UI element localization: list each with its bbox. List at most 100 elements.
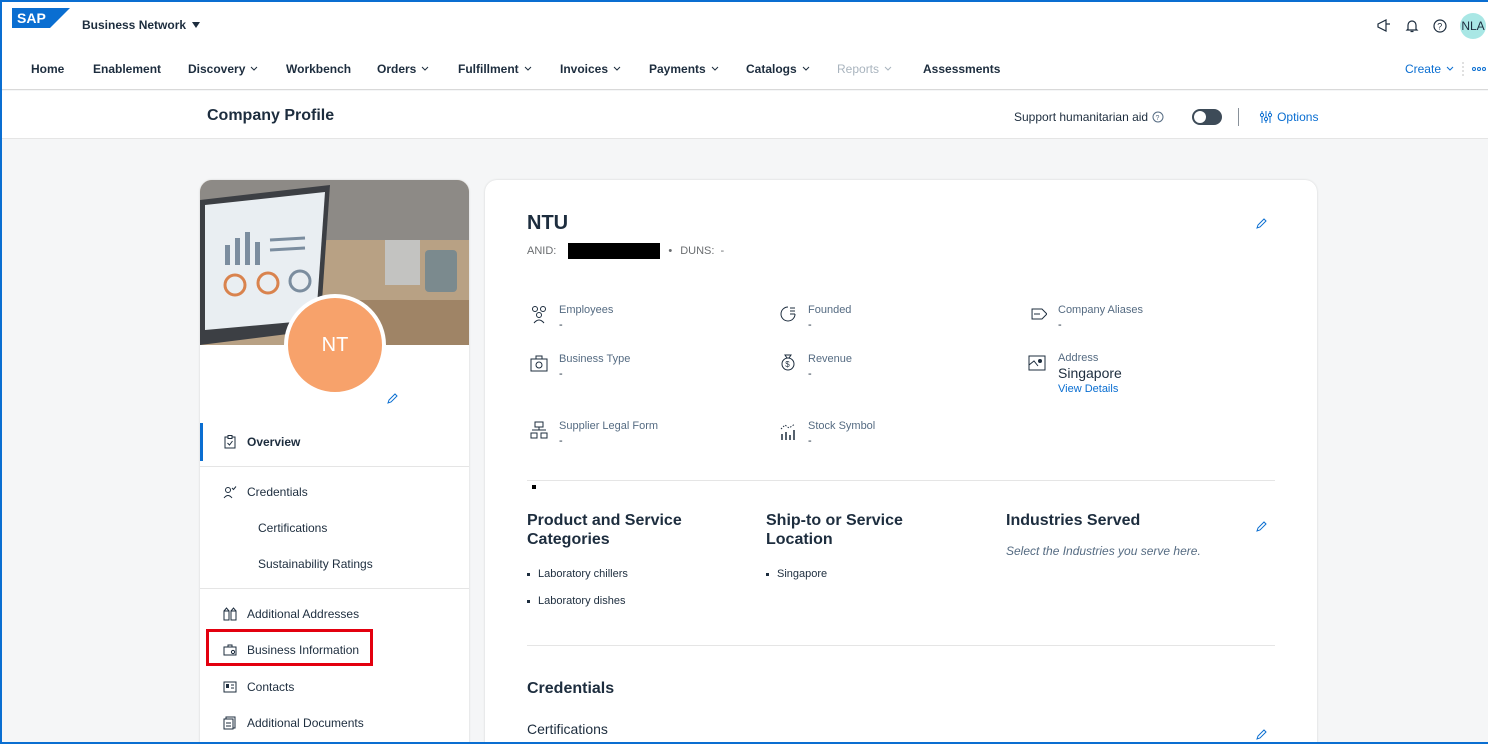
documents-icon xyxy=(223,716,236,730)
org-structure-icon xyxy=(530,421,548,439)
field-value: - xyxy=(559,319,563,331)
history-icon xyxy=(780,306,796,322)
business-card-icon xyxy=(530,355,548,372)
svg-text:?: ? xyxy=(1437,22,1442,32)
nav-label: Enablement xyxy=(93,62,162,76)
nav-reports: Reports xyxy=(837,62,892,76)
edit-pencil-icon[interactable] xyxy=(1255,218,1267,230)
edit-pencil-icon[interactable] xyxy=(386,393,398,405)
highlight-box xyxy=(206,629,373,666)
tag-icon xyxy=(1031,308,1047,320)
nav-label: Orders xyxy=(377,62,417,76)
chevron-down-icon xyxy=(802,66,810,71)
field-label: Employees xyxy=(559,304,614,316)
field-value: - xyxy=(559,435,563,447)
sidebar-item-credentials[interactable]: Credentials xyxy=(200,482,469,502)
page-header: Company Profile Support humanitarian aid… xyxy=(2,91,1488,139)
megaphone-icon[interactable] xyxy=(1376,18,1392,34)
caret-down-icon xyxy=(192,22,201,28)
chevron-down-icon xyxy=(524,66,532,71)
company-identifiers: ANID: • DUNS: - xyxy=(527,243,724,259)
edit-pencil-icon[interactable] xyxy=(1255,729,1267,741)
field-label: Address xyxy=(1058,352,1099,364)
field-address: Address Singapore View Details xyxy=(1058,352,1122,395)
money-bag-icon: $ xyxy=(781,354,795,371)
nav-label: Fulfillment xyxy=(458,62,519,76)
nav-payments[interactable]: Payments xyxy=(649,62,719,76)
field-value: - xyxy=(559,368,563,380)
field-value: - xyxy=(808,368,812,380)
nav-label: Workbench xyxy=(286,62,352,76)
view-details-link[interactable]: View Details xyxy=(1058,383,1122,395)
location-label: Singapore xyxy=(777,568,828,580)
sidebar-label: Credentials xyxy=(247,485,308,499)
product-switcher[interactable]: Business Network xyxy=(82,18,201,32)
field-label: Business Type xyxy=(559,353,631,365)
nav-label: Discovery xyxy=(188,62,246,76)
bell-icon[interactable] xyxy=(1404,18,1420,34)
nav-label: Invoices xyxy=(560,62,609,76)
location-item: Singapore xyxy=(766,568,827,580)
nav-enablement[interactable]: Enablement xyxy=(93,62,161,76)
divider xyxy=(200,588,469,589)
field-stock-symbol: Stock Symbol - xyxy=(808,420,875,447)
sidebar-item-overview[interactable]: Overview xyxy=(200,423,469,461)
product-name: Business Network xyxy=(82,18,187,32)
vertical-dots-icon xyxy=(1462,62,1464,76)
sidebar-item-additional-documents[interactable]: Additional Documents xyxy=(200,713,469,733)
field-revenue: Revenue - xyxy=(808,353,852,380)
nav-orders[interactable]: Orders xyxy=(377,62,429,76)
sidebar-item-sustainability-ratings[interactable]: Sustainability Ratings xyxy=(258,557,373,571)
help-icon[interactable]: ? xyxy=(1432,18,1448,34)
divider xyxy=(527,645,1275,646)
chevron-down-icon xyxy=(1446,66,1454,71)
main-navigation: Home Enablement Discovery Workbench Orde… xyxy=(2,46,1488,90)
svg-text:?: ? xyxy=(1156,115,1160,122)
edit-pencil-icon[interactable] xyxy=(1255,521,1267,533)
sidebar-item-certifications[interactable]: Certifications xyxy=(258,521,327,535)
location-title: Ship-to or Service Location xyxy=(766,512,903,548)
sidebar-label: Additional Documents xyxy=(247,716,364,730)
humanitarian-toggle[interactable] xyxy=(1192,109,1223,125)
contact-card-icon xyxy=(223,681,237,693)
shell-bar: SAP Business Network ? NLA xyxy=(2,2,1488,46)
separator xyxy=(1238,108,1240,126)
user-avatar[interactable]: NLA xyxy=(1460,13,1486,39)
field-business-type: Business Type - xyxy=(559,353,630,380)
nav-catalogs[interactable]: Catalogs xyxy=(746,62,810,76)
nav-home[interactable]: Home xyxy=(31,62,64,76)
nav-discovery[interactable]: Discovery xyxy=(188,62,258,76)
field-label: Stock Symbol xyxy=(808,420,876,432)
overflow-icon[interactable] xyxy=(1472,66,1486,72)
field-label: Revenue xyxy=(808,353,853,365)
category-item: Laboratory chillers xyxy=(527,568,628,580)
clipboard-icon xyxy=(224,435,236,449)
field-label: Supplier Legal Form xyxy=(559,420,659,432)
humanitarian-label: Support humanitarian aid xyxy=(1014,110,1149,124)
page-title: Company Profile xyxy=(207,107,335,124)
chevron-down-icon xyxy=(613,66,621,71)
chevron-down-icon xyxy=(422,66,429,71)
nav-invoices[interactable]: Invoices xyxy=(560,62,621,76)
sidebar-label: Overview xyxy=(247,435,301,449)
company-overview-card: NTU ANID: • DUNS: - Employees - Founded - … xyxy=(485,180,1317,742)
small-marker xyxy=(532,485,536,489)
nav-label: Catalogs xyxy=(746,62,797,76)
sap-logo[interactable]: SAP xyxy=(12,8,70,28)
create-menu-button[interactable]: Create xyxy=(1405,62,1454,76)
svg-text:$: $ xyxy=(785,360,790,369)
nav-fulfillment[interactable]: Fulfillment xyxy=(458,62,532,76)
chevron-down-icon xyxy=(711,66,719,71)
sidebar-item-contacts[interactable]: Contacts xyxy=(200,677,469,697)
sidebar-item-additional-addresses[interactable]: Additional Addresses xyxy=(200,604,469,624)
certifications-title: Certifications xyxy=(527,721,608,737)
field-value: - xyxy=(808,319,812,331)
nav-workbench[interactable]: Workbench xyxy=(286,62,351,76)
info-icon[interactable]: ? xyxy=(1152,111,1164,123)
category-label: Laboratory dishes xyxy=(538,595,626,607)
sidebar-label: Contacts xyxy=(247,680,295,694)
options-button[interactable]: Options xyxy=(1259,110,1318,124)
credentials-title: Credentials xyxy=(527,680,615,697)
nav-assessments[interactable]: Assessments xyxy=(923,62,1000,76)
category-item: Laboratory dishes xyxy=(527,595,625,607)
